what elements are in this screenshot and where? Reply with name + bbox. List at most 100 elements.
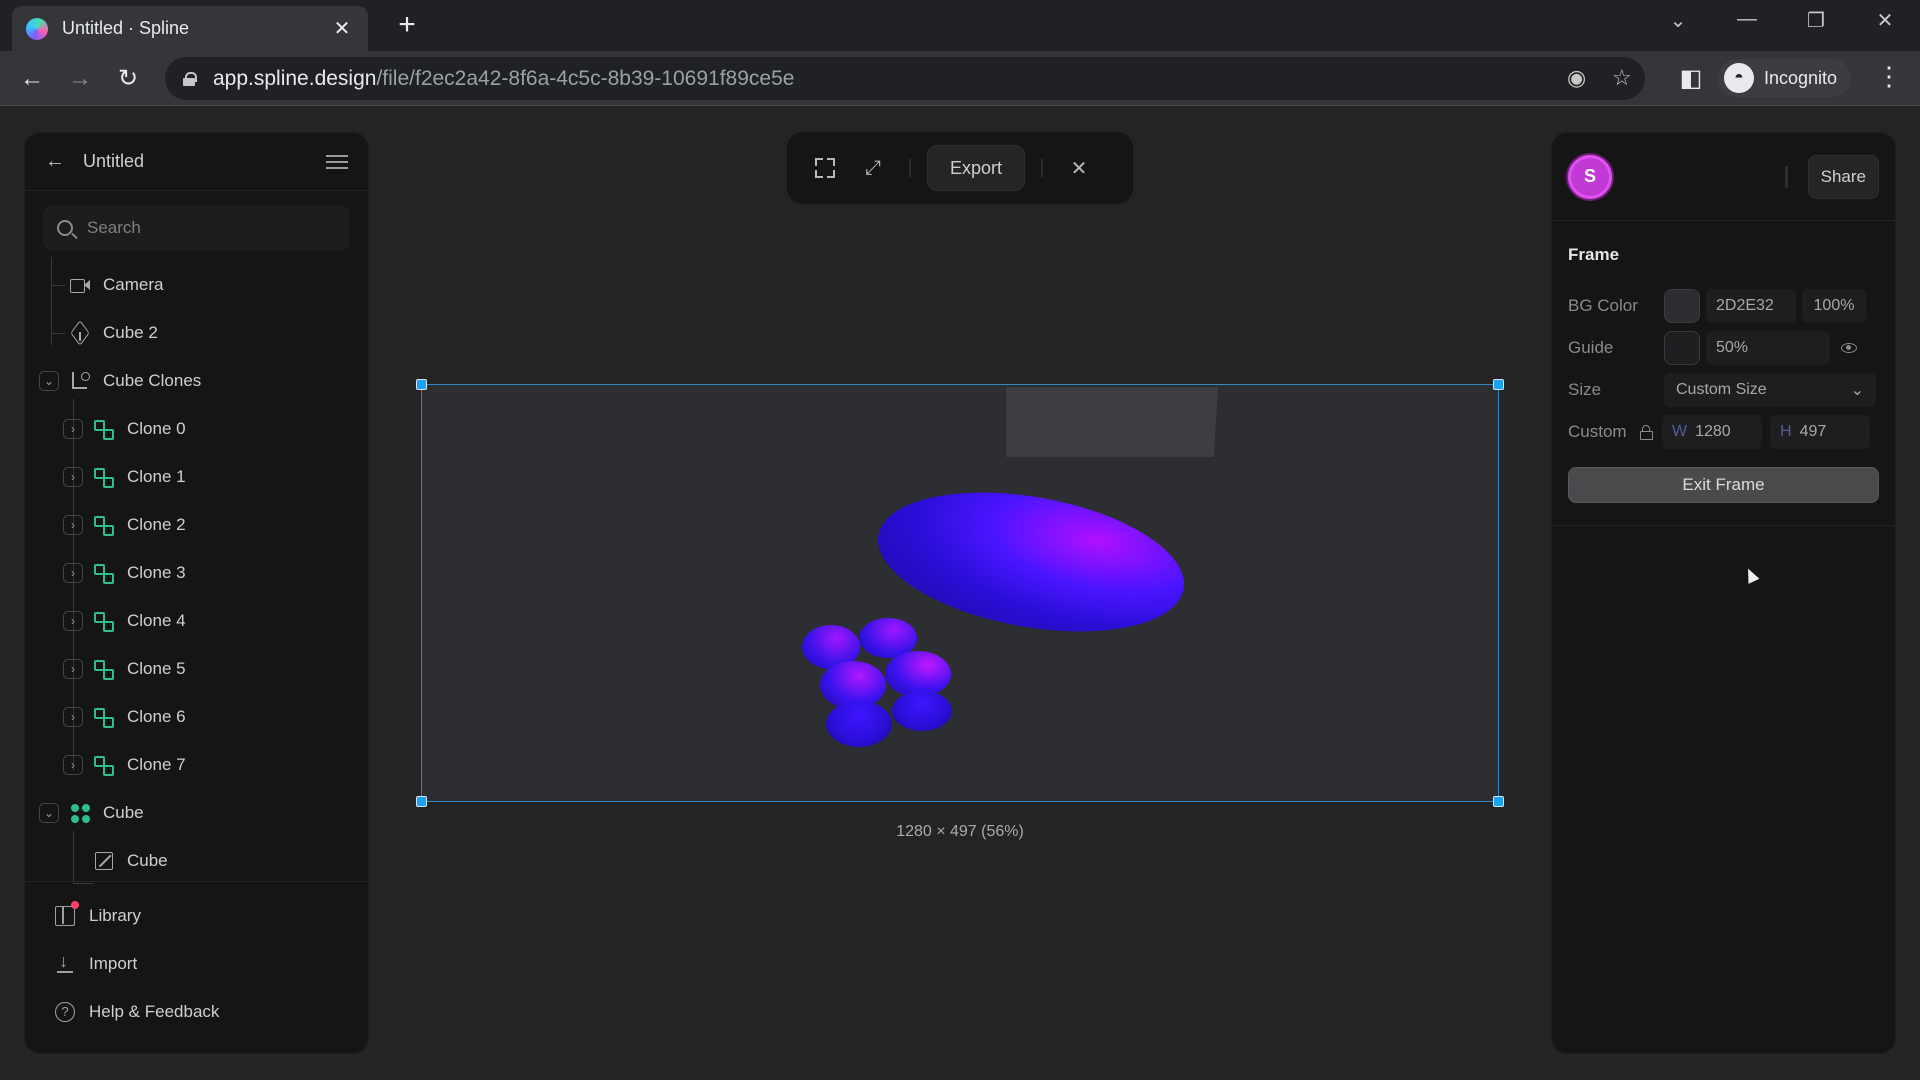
search-input[interactable] [87,218,327,238]
clone-sphere-object[interactable] [892,691,952,731]
expand-chevron-right-icon[interactable]: › [63,755,83,775]
layer-item-cube-group[interactable]: ⌄ Cube [25,789,368,837]
resize-handle-top-right[interactable] [1493,379,1504,390]
back-arrow-icon[interactable]: ← [45,150,65,173]
bg-color-hex-input[interactable]: 2D2E32 [1706,289,1796,323]
layer-item-clone-7[interactable]: › Clone 7 [25,741,368,789]
forward-button[interactable]: → [62,61,98,97]
frame-size-label: 1280 × 497 (56%) [896,823,1024,840]
layer-label: Clone 1 [127,467,186,486]
restore-button[interactable]: ❐ [1796,8,1836,33]
spline-app: ← Untitled Camera Cube 2 [0,106,1920,1080]
exit-frame-button[interactable]: Exit Frame [1568,467,1879,503]
layer-item-cube-2[interactable]: Cube 2 [25,309,368,357]
size-dropdown[interactable]: Custom Size ⌄ [1664,373,1876,407]
hamburger-menu-icon[interactable] [326,151,348,173]
layer-item-cube-shape[interactable]: Cube [25,837,368,885]
expand-chevron-right-icon[interactable]: › [63,467,83,487]
aspect-lock-icon[interactable] [1640,425,1653,440]
back-button[interactable]: ← [14,61,50,97]
address-bar[interactable]: app.spline.design /file/f2ec2a42-8f6a-4c… [165,57,1645,100]
minimize-button[interactable]: — [1727,8,1767,31]
layer-item-clone-5[interactable]: › Clone 5 [25,645,368,693]
library-icon [55,901,79,926]
layer-item-camera[interactable]: Camera [25,261,368,309]
expand-chevron-right-icon[interactable]: › [63,419,83,439]
background-plane-object[interactable] [1006,387,1218,457]
layer-label: Clone 4 [127,611,186,630]
layer-item-clone-3[interactable]: › Clone 3 [25,549,368,597]
import-icon [55,951,75,974]
file-title[interactable]: Untitled [83,151,326,172]
clone-sphere-object[interactable] [826,701,892,747]
fit-frame-icon[interactable] [805,148,845,188]
clone-icon [93,562,115,584]
incognito-icon: ◓ [1724,63,1754,93]
toolbar-divider [1041,159,1044,177]
expand-chevron-right-icon[interactable]: › [63,611,83,631]
resize-handle-bottom-right[interactable] [1493,796,1504,807]
resize-handle-bottom-left[interactable] [416,796,427,807]
collapse-chevron-down-icon[interactable]: ⌄ [39,803,59,823]
side-panel-icon[interactable]: ◧ [1673,61,1709,97]
layer-item-clone-6[interactable]: › Clone 6 [25,693,368,741]
tab-close-icon[interactable]: ✕ [330,16,354,41]
tab-search-icon[interactable]: ⌄ [1658,8,1698,33]
expand-chevron-right-icon[interactable]: › [63,515,83,535]
layer-item-cube-clones[interactable]: ⌄ Cube Clones [25,357,368,405]
guide-opacity-input[interactable]: 50% [1706,331,1830,365]
group-icon [69,802,91,824]
help-feedback-button[interactable]: ? Help & Feedback [25,988,368,1036]
help-icon: ? [55,1002,75,1022]
expand-chevron-right-icon[interactable]: › [63,707,83,727]
clone-icon [93,418,115,440]
shape-icon [93,850,115,872]
expand-icon[interactable]: ⤢ [853,148,893,188]
width-input[interactable]: W 1280 [1662,415,1762,449]
size-label: Size [1568,380,1602,399]
panel-header: ← Untitled [25,133,368,191]
camera-icon [69,274,91,296]
user-avatar[interactable]: S [1568,154,1612,199]
library-button[interactable]: Library [25,892,368,940]
browser-tab[interactable]: Untitled · Spline ✕ [12,6,368,51]
lock-icon[interactable] [183,71,197,86]
share-button[interactable]: Share [1807,154,1879,199]
expand-chevron-right-icon[interactable]: › [63,659,83,679]
bg-opacity-input[interactable]: 100% [1802,289,1866,323]
guide-color-swatch[interactable] [1664,331,1700,365]
frame-toolbar: ⤢ Export ✕ [787,132,1133,204]
expand-chevron-right-icon[interactable]: › [63,563,83,583]
reload-button[interactable]: ↻ [110,61,146,97]
window-close-button[interactable]: ✕ [1865,8,1905,33]
search-field[interactable] [43,205,350,251]
height-input[interactable]: H 497 [1770,415,1870,449]
incognito-profile-button[interactable]: ◓ Incognito [1718,59,1852,97]
section-title: Frame [1568,245,1620,264]
canvas-frame[interactable] [416,379,1504,807]
bg-color-swatch[interactable] [1664,289,1700,323]
layer-label: Clone 6 [127,707,186,726]
browser-menu-icon[interactable]: ⋮ [1876,61,1902,92]
capsule-3d-object[interactable] [867,471,1195,653]
custom-size-row: Custom W 1280 H 497 [1568,411,1879,453]
guide-visibility-eye-icon[interactable] [1834,331,1864,365]
tracking-protection-eye-icon[interactable]: ◉ [1567,65,1586,91]
import-button[interactable]: Import [25,940,368,988]
resize-handle-top-left[interactable] [416,379,427,390]
layer-item-clone-2[interactable]: › Clone 2 [25,501,368,549]
bookmark-star-icon[interactable]: ☆ [1612,65,1632,91]
layer-item-clone-0[interactable]: › Clone 0 [25,405,368,453]
collapse-chevron-down-icon[interactable]: ⌄ [39,371,59,391]
chevron-down-icon: ⌄ [1850,382,1864,399]
layer-item-clone-4[interactable]: › Clone 4 [25,597,368,645]
incognito-label: Incognito [1764,67,1838,88]
layers-panel: ← Untitled Camera Cube 2 [24,132,369,1054]
panel-top-bar: S Share [1552,133,1895,221]
new-tab-button[interactable]: + [392,10,422,40]
layer-item-clone-1[interactable]: › Clone 1 [25,453,368,501]
layer-label: Clone 5 [127,659,186,678]
close-frame-icon[interactable]: ✕ [1059,148,1099,188]
clone-sphere-object[interactable] [885,651,951,697]
export-button[interactable]: Export [927,145,1026,191]
